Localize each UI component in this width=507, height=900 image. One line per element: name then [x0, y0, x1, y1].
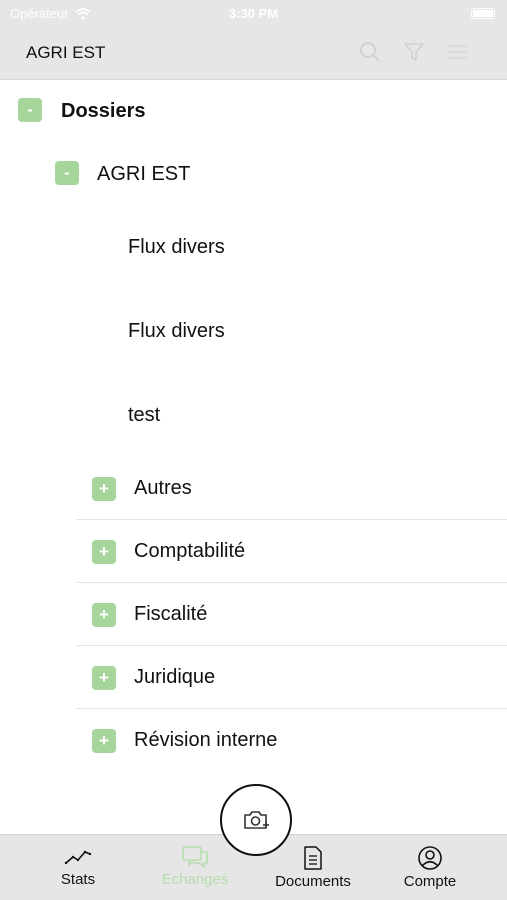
expand-toggle[interactable]: + [92, 603, 116, 627]
category-row-fiscalite[interactable]: + Fiscalité [76, 583, 507, 646]
collapse-toggle-dossiers[interactable]: - [18, 98, 42, 122]
battery-icon [471, 8, 495, 19]
stats-line-icon [64, 850, 92, 865]
category-row-autres[interactable]: + Autres [76, 457, 507, 520]
category-label: Juridique [134, 666, 216, 688]
category-row-comptabilite[interactable]: + Comptabilité [76, 520, 507, 583]
app-header: Opérateur 3:30 PM AGRI EST [0, 0, 507, 80]
tab-label: Echanges [161, 871, 229, 888]
file-item[interactable]: test [128, 404, 160, 427]
category-label: Autres [134, 477, 192, 499]
status-bar: Opérateur 3:30 PM [0, 0, 507, 28]
tab-echanges[interactable]: Echanges [140, 845, 250, 888]
tree-client-label[interactable]: AGRI EST [97, 163, 190, 186]
collapse-toggle-client[interactable]: - [55, 161, 79, 185]
search-icon[interactable] [359, 41, 381, 63]
account-icon [418, 846, 442, 870]
menu-icon[interactable] [447, 41, 469, 63]
camera-upload-button[interactable] [220, 784, 292, 856]
category-label: Comptabilité [134, 540, 246, 562]
tab-label: Stats [60, 871, 96, 888]
file-item[interactable]: Flux divers [128, 236, 225, 259]
tab-compte[interactable]: Compte [375, 845, 485, 890]
tab-label: Documents [275, 873, 351, 890]
expand-toggle[interactable]: + [92, 729, 116, 753]
tab-documents[interactable]: Documents [258, 845, 368, 890]
category-label: Fiscalité [134, 603, 208, 625]
tree-root-label[interactable]: Dossiers [61, 100, 146, 123]
tab-stats[interactable]: Stats [23, 845, 133, 888]
category-row-revision-interne[interactable]: + Révision interne [76, 709, 507, 772]
filter-icon[interactable] [403, 41, 425, 63]
expand-toggle[interactable]: + [92, 666, 116, 690]
status-time: 3:30 PM [228, 6, 279, 21]
category-row-juridique[interactable]: + Juridique [76, 646, 507, 709]
expand-toggle[interactable]: + [92, 540, 116, 564]
camera-add-icon [244, 811, 269, 829]
expand-toggle[interactable]: + [92, 477, 116, 501]
page-title: AGRI EST [26, 43, 106, 62]
category-label: Révision interne [134, 729, 278, 751]
tab-label: Compte [403, 873, 457, 890]
file-item[interactable]: Flux divers [128, 320, 225, 343]
chat-bubbles-icon [182, 846, 208, 869]
document-icon [304, 846, 322, 870]
